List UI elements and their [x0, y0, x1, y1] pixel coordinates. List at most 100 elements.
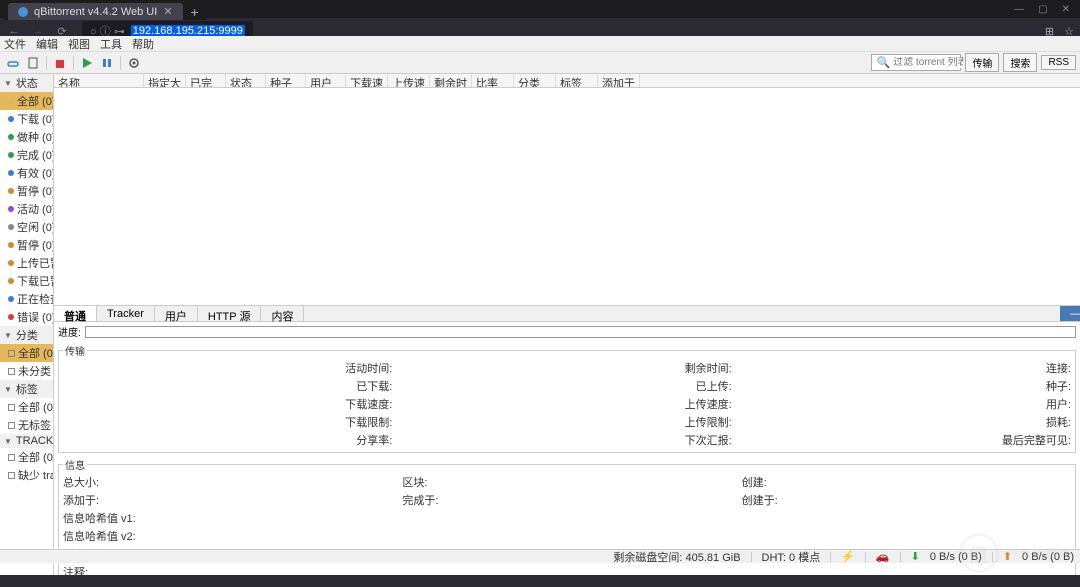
sidebar-category-header[interactable]: ▼分类 — [0, 326, 53, 344]
info-label: 下载速度: — [63, 396, 392, 412]
menu-tools[interactable]: 工具 — [100, 36, 122, 52]
sidebar-item-label: 暂停 (0) — [17, 237, 54, 253]
column-header[interactable]: 添加于 — [598, 74, 640, 87]
column-header[interactable]: 用户 — [306, 74, 346, 87]
settings-button[interactable] — [125, 54, 143, 72]
detail-tab[interactable]: Tracker — [97, 306, 155, 321]
menubar: 文件 编辑 视图 工具 帮助 — [0, 36, 1080, 52]
resume-button[interactable] — [78, 54, 96, 72]
sidebar-item[interactable]: 全部 (0) — [0, 398, 53, 416]
column-header[interactable]: 状态 — [226, 74, 266, 87]
sidebar-item[interactable]: 上传已暂停 (0) — [0, 254, 53, 272]
menu-view[interactable]: 视图 — [68, 36, 90, 52]
sidebar-item[interactable]: 下载已暂停 (0) — [0, 272, 53, 290]
sidebar-item[interactable]: 全部 (0) — [0, 344, 53, 362]
panel-search-button[interactable]: 搜索 — [1003, 53, 1037, 72]
sidebar-item[interactable]: 正在检查 (0) — [0, 290, 53, 308]
add-torrent-link-button[interactable] — [4, 54, 22, 72]
close-button[interactable]: ✕ — [1062, 4, 1070, 15]
sidebar-item[interactable]: 做种 (0) — [0, 128, 53, 146]
info-label — [742, 528, 1071, 544]
sidebar-item-label: 错误 (0) — [17, 309, 54, 325]
folder-icon — [8, 472, 15, 479]
column-header[interactable]: 种子 — [266, 74, 306, 87]
column-header[interactable]: 剩余时间 — [430, 74, 472, 87]
detail-tab[interactable]: 内容 — [261, 306, 304, 321]
column-header[interactable]: 分类 — [514, 74, 556, 87]
transfer-fieldset: 传输 活动时间:剩余时间:连接:已下载:已上传:种子:下载速度:上传速度:用户:… — [58, 343, 1076, 453]
browser-bottom-scrollbar[interactable] — [0, 575, 1080, 587]
status-alt-speed-icon[interactable]: 🚗 — [876, 550, 890, 563]
collapse-details-button[interactable]: — — [1060, 306, 1080, 321]
column-header[interactable]: 已完成 — [186, 74, 226, 87]
sidebar-tags-header[interactable]: ▼标签 — [0, 380, 53, 398]
info-label: 最后完整可见: — [742, 432, 1071, 448]
detail-tab[interactable]: HTTP 源 — [198, 306, 262, 321]
progress-bar — [85, 326, 1076, 338]
sidebar-item[interactable]: 全部 (0) — [0, 92, 53, 110]
info-label: 完成于: — [402, 492, 731, 508]
sidebar-item[interactable]: 缺少 tracker (0) — [0, 466, 53, 484]
progress-row: 进度: — [54, 322, 1080, 341]
sidebar-item-label: 全部 (0) — [18, 449, 54, 465]
sidebar-item[interactable]: 空闲 (0) — [0, 218, 53, 236]
detail-tab[interactable]: 普通 — [54, 306, 97, 321]
sidebar-item[interactable]: 下载 (0) — [0, 110, 53, 128]
status-dot-icon — [8, 314, 14, 320]
menu-file[interactable]: 文件 — [4, 36, 26, 52]
info-label: 创建于: — [742, 492, 1071, 508]
filter-input[interactable] — [893, 57, 963, 68]
status-dot-icon — [8, 152, 14, 158]
tab-close-icon[interactable]: ✕ — [163, 5, 172, 18]
sidebar-status-header[interactable]: ▼状态 — [0, 74, 53, 92]
menu-help[interactable]: 帮助 — [132, 36, 154, 52]
folder-icon — [8, 404, 15, 411]
info-label — [742, 510, 1071, 526]
column-header[interactable]: 下载速度 — [346, 74, 388, 87]
download-arrow-icon: ⬇ — [911, 550, 920, 563]
status-dot-icon — [8, 296, 14, 302]
sidebar-tracker-header[interactable]: ▼TRACKER — [0, 434, 53, 448]
sidebar-item[interactable]: 错误 (0) — [0, 308, 53, 326]
content-area: 名称指定大小已完成状态种子用户下载速度上传速度剩余时间比率分类标签添加于 普通T… — [54, 74, 1080, 575]
info-label: 总大小: — [63, 474, 392, 490]
info-label: 损耗: — [742, 414, 1071, 430]
delete-button[interactable] — [51, 54, 69, 72]
sidebar-item[interactable]: 暂停 (0) — [0, 236, 53, 254]
info-label: 上传速度: — [402, 396, 731, 412]
sidebar-item[interactable]: 有效 (0) — [0, 164, 53, 182]
panel-rss-button[interactable]: RSS — [1041, 55, 1076, 70]
sidebar: ▼状态 全部 (0)下载 (0)做种 (0)完成 (0)有效 (0)暂停 (0)… — [0, 74, 54, 575]
column-header[interactable]: 上传速度 — [388, 74, 430, 87]
column-header[interactable]: 指定大小 — [144, 74, 186, 87]
sidebar-item-label: 完成 (0) — [17, 147, 54, 163]
info-label — [402, 528, 731, 544]
sidebar-item-label: 全部 (0) — [18, 399, 54, 415]
pause-button[interactable] — [98, 54, 116, 72]
sidebar-item[interactable]: 活动 (0) — [0, 200, 53, 218]
filter-box[interactable]: 🔍 — [871, 54, 961, 71]
status-firewall-icon: ⚡ — [841, 550, 855, 563]
browser-tab[interactable]: qBittorrent v4.4.2 Web UI ✕ — [8, 3, 183, 20]
torrent-list[interactable] — [54, 88, 1080, 305]
transfer-legend: 传输 — [63, 343, 87, 358]
sidebar-item[interactable]: 无标签 (0) — [0, 416, 53, 434]
info-label: 种子: — [742, 378, 1071, 394]
sidebar-item[interactable]: 未分类 (0) — [0, 362, 53, 380]
sidebar-item[interactable]: 完成 (0) — [0, 146, 53, 164]
info-label: 区块: — [402, 474, 731, 490]
status-dot-icon — [8, 278, 14, 284]
add-torrent-file-button[interactable] — [24, 54, 42, 72]
sidebar-item-label: 全部 (0) — [18, 345, 54, 361]
detail-tab[interactable]: 用户 — [155, 306, 198, 321]
minimize-button[interactable]: — — [1014, 4, 1024, 15]
maximize-button[interactable]: ▢ — [1038, 4, 1047, 15]
column-header[interactable]: 标签 — [556, 74, 598, 87]
panel-transfer-button[interactable]: 传输 — [965, 53, 999, 72]
column-header[interactable]: 名称 — [54, 74, 144, 87]
menu-edit[interactable]: 编辑 — [36, 36, 58, 52]
column-header[interactable]: 比率 — [472, 74, 514, 87]
sidebar-item[interactable]: 暂停 (0) — [0, 182, 53, 200]
sidebar-item[interactable]: 全部 (0) — [0, 448, 53, 466]
new-tab-button[interactable]: + — [183, 4, 207, 20]
